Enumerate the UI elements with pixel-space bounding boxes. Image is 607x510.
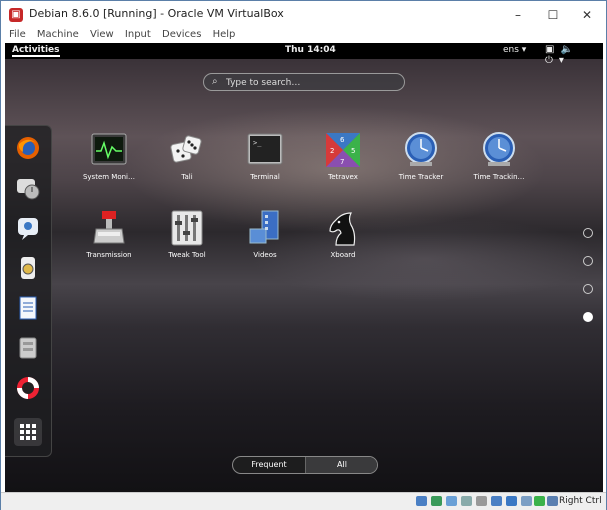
- clock[interactable]: Thu 14:04: [285, 45, 336, 55]
- audio-icon[interactable]: [446, 496, 457, 506]
- help-icon[interactable]: [14, 374, 42, 402]
- time-tracking-icon: [480, 131, 518, 169]
- vbox-status-bar: Right Ctrl: [1, 492, 606, 510]
- time-tracker-icon: [402, 131, 440, 169]
- title-bar: ▣ Debian 8.6.0 [Running] - Oracle VM Vir…: [1, 1, 606, 29]
- close-button[interactable]: ✕: [572, 5, 602, 25]
- page-indicator-3[interactable]: [583, 284, 593, 294]
- vm-display[interactable]: Activities Thu 14:04 ens ▾ ▣🔈⏻▾ ⌕ Type t…: [5, 43, 603, 492]
- svg-text:5: 5: [351, 147, 355, 155]
- app-tweak-tool[interactable]: Tweak Tool: [149, 209, 225, 259]
- app-label: System Moni…: [82, 173, 136, 181]
- search-box[interactable]: ⌕: [203, 73, 405, 91]
- app-label: Videos: [253, 251, 277, 259]
- files-icon[interactable]: [14, 334, 42, 362]
- optical-drive-icon[interactable]: [431, 496, 442, 506]
- frequent-button[interactable]: Frequent: [233, 457, 305, 473]
- app-videos[interactable]: Videos: [227, 209, 303, 259]
- dash: [5, 125, 52, 457]
- writer-icon[interactable]: [14, 294, 42, 322]
- app-label: Tetravex: [328, 173, 358, 181]
- app-transmission[interactable]: Transmission: [71, 209, 147, 259]
- menu-bar: File Machine View Input Devices Help: [1, 29, 606, 43]
- app-label: Tali: [181, 173, 193, 181]
- menu-input[interactable]: Input: [125, 29, 151, 40]
- app-label: Tweak Tool: [168, 251, 206, 259]
- tali-icon: [168, 131, 206, 169]
- virtualization-icon[interactable]: [534, 496, 545, 506]
- xboard-icon: [324, 209, 362, 247]
- maximize-button[interactable]: ☐: [538, 5, 568, 25]
- menu-devices[interactable]: Devices: [162, 29, 201, 40]
- svg-text:7: 7: [340, 158, 344, 166]
- window-title: Debian 8.6.0 [Running] - Oracle VM Virtu…: [29, 7, 284, 20]
- show-apps-icon[interactable]: [14, 418, 42, 446]
- page-indicator-2[interactable]: [583, 256, 593, 266]
- empathy-icon[interactable]: [14, 214, 42, 242]
- minimize-button[interactable]: –: [503, 5, 533, 25]
- all-button[interactable]: All: [305, 457, 377, 473]
- menu-view[interactable]: View: [90, 29, 114, 40]
- svg-text:6: 6: [340, 136, 345, 144]
- gnome-top-bar: Activities Thu 14:04 ens ▾ ▣🔈⏻▾: [5, 43, 603, 66]
- videos-icon: [246, 209, 284, 247]
- app-time-tracking[interactable]: Time Trackin…: [461, 131, 537, 181]
- page-indicator-1[interactable]: [583, 228, 593, 238]
- svg-text:>_: >_: [253, 139, 262, 147]
- page-indicator-4[interactable]: [583, 312, 593, 322]
- activities-button[interactable]: Activities: [12, 45, 60, 57]
- firefox-icon[interactable]: [14, 134, 42, 162]
- app-label: Transmission: [86, 251, 132, 259]
- display-icon[interactable]: [506, 496, 517, 506]
- tetravex-icon: 62 57: [324, 131, 362, 169]
- app-label: Time Tracker: [398, 173, 444, 181]
- app-system-monitor[interactable]: System Moni…: [71, 131, 147, 181]
- search-input[interactable]: [224, 75, 398, 91]
- app-label: Xboard: [330, 251, 356, 259]
- usb-icon[interactable]: [476, 496, 487, 506]
- app-tali[interactable]: Tali: [149, 131, 225, 181]
- menu-help[interactable]: Help: [213, 29, 236, 40]
- host-key-label: Right Ctrl: [559, 496, 602, 506]
- shared-folders-icon[interactable]: [491, 496, 502, 506]
- terminal-icon: >_: [246, 131, 284, 169]
- hard-disk-icon[interactable]: [416, 496, 427, 506]
- menu-file[interactable]: File: [9, 29, 26, 40]
- tweak-tool-icon: [168, 209, 206, 247]
- svg-text:2: 2: [330, 147, 334, 155]
- menu-machine[interactable]: Machine: [37, 29, 79, 40]
- mouse-integration-icon[interactable]: [547, 496, 558, 506]
- network-status-icon[interactable]: [461, 496, 472, 506]
- app-label: Time Trackin…: [473, 173, 525, 181]
- search-icon: ⌕: [212, 76, 218, 87]
- app-terminal[interactable]: >_ Terminal: [227, 131, 303, 181]
- video-capture-icon[interactable]: [521, 496, 532, 506]
- app-label: Terminal: [250, 173, 280, 181]
- transmission-icon: [90, 209, 128, 247]
- app-time-tracker[interactable]: Time Tracker: [383, 131, 459, 181]
- virtualbox-window: ▣ Debian 8.6.0 [Running] - Oracle VM Vir…: [0, 0, 607, 510]
- frequent-all-toggle: Frequent All: [232, 456, 378, 474]
- app-tetravex[interactable]: 62 57 Tetravex: [305, 131, 381, 181]
- network-menu[interactable]: ens ▾: [503, 45, 526, 55]
- system-monitor-icon: [90, 131, 128, 169]
- rhythmbox-icon[interactable]: [14, 254, 42, 282]
- desktop-background: [5, 59, 603, 492]
- messages-icon[interactable]: [14, 174, 42, 202]
- virtualbox-logo-icon: ▣: [9, 8, 23, 22]
- system-menu[interactable]: ▣🔈⏻▾: [545, 44, 603, 66]
- app-xboard[interactable]: Xboard: [305, 209, 381, 259]
